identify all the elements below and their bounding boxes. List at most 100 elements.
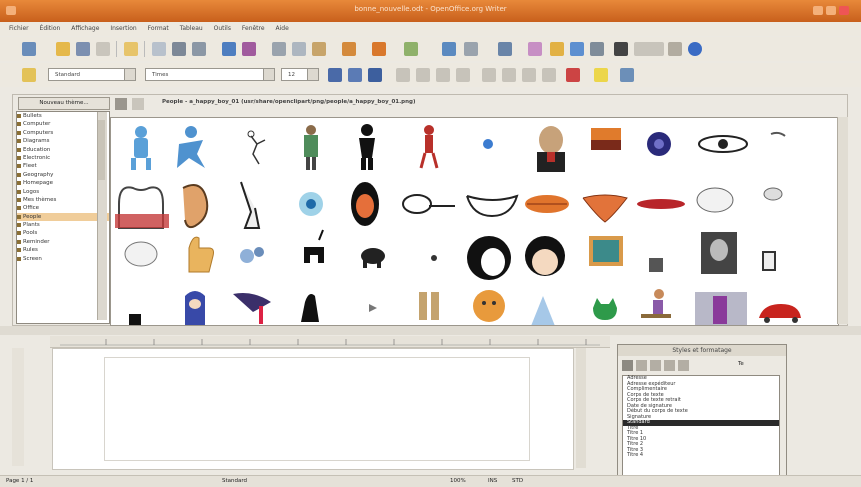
clip-blue-runner[interactable] bbox=[177, 126, 205, 168]
clip-eyebrow[interactable] bbox=[770, 131, 786, 137]
show-draw-icon[interactable] bbox=[498, 42, 512, 56]
open-icon[interactable] bbox=[56, 42, 70, 56]
clip-eye-sketch[interactable] bbox=[698, 135, 748, 153]
clipart-grid[interactable] bbox=[110, 117, 839, 326]
underline-icon[interactable] bbox=[368, 68, 382, 82]
theme-item[interactable]: Plants bbox=[17, 221, 109, 229]
insert-field-icon[interactable] bbox=[668, 42, 682, 56]
theme-item[interactable]: Geography bbox=[17, 171, 109, 179]
clip-blue-eye-small[interactable] bbox=[483, 139, 493, 149]
theme-item[interactable]: Electronic bbox=[17, 154, 109, 162]
theme-item[interactable]: Logos bbox=[17, 188, 109, 196]
theme-item[interactable]: Rules bbox=[17, 246, 109, 254]
clip-man-green[interactable] bbox=[304, 125, 318, 170]
menu-view[interactable]: Affichage bbox=[71, 22, 99, 36]
menu-format[interactable]: Format bbox=[148, 22, 169, 36]
clip-elephant[interactable] bbox=[361, 248, 385, 268]
find-replace-icon[interactable] bbox=[528, 42, 542, 56]
navigator-icon[interactable] bbox=[550, 42, 564, 56]
clip-happy-boy[interactable] bbox=[473, 290, 505, 322]
save-icon[interactable] bbox=[76, 42, 90, 56]
vertical-ruler[interactable] bbox=[12, 348, 24, 466]
status-selection-mode[interactable]: STD bbox=[512, 476, 523, 487]
font-combo[interactable]: Times bbox=[145, 68, 275, 81]
theme-item[interactable]: Screen bbox=[17, 255, 109, 263]
clip-girl-face[interactable] bbox=[525, 236, 565, 276]
status-insert-mode[interactable]: INS bbox=[488, 476, 497, 487]
style-filter[interactable]: Te bbox=[738, 361, 744, 367]
print-icon[interactable] bbox=[172, 42, 186, 56]
increase-indent-icon[interactable] bbox=[542, 68, 556, 82]
help-icon[interactable] bbox=[688, 42, 702, 56]
icon-view-icon[interactable] bbox=[115, 98, 127, 110]
clip-small-brain[interactable] bbox=[763, 187, 783, 201]
clip-brain-sketch[interactable] bbox=[696, 187, 734, 213]
theme-list[interactable]: Bullets Computer Computers Diagrams Educ… bbox=[16, 111, 110, 324]
clip-blue-figure[interactable] bbox=[131, 126, 151, 170]
theme-item[interactable]: Office bbox=[17, 204, 109, 212]
size-combo[interactable]: 12 bbox=[281, 68, 319, 81]
copy-icon[interactable] bbox=[292, 42, 306, 56]
align-right-icon[interactable] bbox=[436, 68, 450, 82]
clip-dot[interactable] bbox=[431, 255, 437, 261]
gallery-splitter[interactable] bbox=[0, 326, 861, 335]
table-icon[interactable] bbox=[464, 42, 478, 56]
clip-thumbs-up[interactable] bbox=[188, 236, 214, 273]
clip-painting[interactable] bbox=[589, 236, 623, 266]
character-styles-icon[interactable] bbox=[636, 360, 647, 371]
theme-item[interactable]: Computer bbox=[17, 120, 109, 128]
horizontal-ruler[interactable] bbox=[50, 336, 610, 348]
new-document-icon[interactable] bbox=[22, 42, 36, 56]
theme-item[interactable]: Reminder bbox=[17, 238, 109, 246]
minimize-icon[interactable] bbox=[813, 6, 823, 15]
menu-tools[interactable]: Outils bbox=[214, 22, 231, 36]
theme-item[interactable]: Fleet bbox=[17, 162, 109, 170]
print-preview-icon[interactable] bbox=[192, 42, 206, 56]
menu-table[interactable]: Tableau bbox=[180, 22, 203, 36]
styles-formatting-icon[interactable] bbox=[22, 68, 36, 82]
paragraph-styles-icon[interactable] bbox=[622, 360, 633, 371]
align-left-icon[interactable] bbox=[396, 68, 410, 82]
style-combo[interactable]: Standard bbox=[48, 68, 136, 81]
clip-fire-truck[interactable] bbox=[759, 304, 801, 323]
autospell-icon[interactable] bbox=[242, 42, 256, 56]
edit-file-icon[interactable] bbox=[124, 42, 138, 56]
theme-item[interactable]: Diagrams bbox=[17, 137, 109, 145]
style-item[interactable]: Titre 4 bbox=[623, 452, 779, 459]
theme-item[interactable]: Education bbox=[17, 146, 109, 154]
clip-lips-orange[interactable] bbox=[525, 195, 569, 213]
hyperlink-icon[interactable] bbox=[442, 42, 456, 56]
close-icon[interactable] bbox=[839, 6, 849, 15]
status-zoom[interactable]: 100% bbox=[450, 476, 466, 487]
clip-box-grey[interactable] bbox=[649, 258, 663, 272]
nonprinting-chars-icon[interactable] bbox=[614, 42, 628, 56]
theme-item[interactable]: Homepage bbox=[17, 179, 109, 187]
gallery-icon[interactable] bbox=[570, 42, 584, 56]
clip-ear[interactable] bbox=[182, 184, 209, 229]
page-styles-icon[interactable] bbox=[664, 360, 675, 371]
maximize-icon[interactable] bbox=[826, 6, 836, 15]
zoom-icon[interactable] bbox=[634, 42, 664, 56]
clip-pouring[interactable] bbox=[233, 293, 271, 324]
font-color-icon[interactable] bbox=[566, 68, 580, 82]
clip-green-cat[interactable] bbox=[593, 298, 617, 320]
detail-view-icon[interactable] bbox=[132, 98, 144, 110]
menu-file[interactable]: Fichier bbox=[9, 22, 29, 36]
clip-purple-eye[interactable] bbox=[647, 132, 671, 156]
theme-item[interactable]: Computers bbox=[17, 129, 109, 137]
clip-deer[interactable] bbox=[304, 229, 324, 263]
background-color-icon[interactable] bbox=[620, 68, 634, 82]
clip-boots[interactable] bbox=[419, 292, 439, 320]
clip-blue-pills[interactable] bbox=[240, 247, 264, 263]
menu-help[interactable]: Aide bbox=[275, 22, 288, 36]
list-styles-icon[interactable] bbox=[678, 360, 689, 371]
clip-mouth-open[interactable] bbox=[351, 182, 379, 226]
highlight-icon[interactable] bbox=[594, 68, 608, 82]
clip-black-silhouette[interactable] bbox=[359, 124, 375, 170]
clip-small-bird[interactable] bbox=[369, 304, 377, 312]
theme-item-selected[interactable]: People bbox=[17, 212, 109, 222]
frame-styles-icon[interactable] bbox=[650, 360, 661, 371]
decrease-indent-icon[interactable] bbox=[522, 68, 536, 82]
clip-landscape[interactable] bbox=[591, 128, 621, 150]
menu-insert[interactable]: Insertion bbox=[110, 22, 136, 36]
